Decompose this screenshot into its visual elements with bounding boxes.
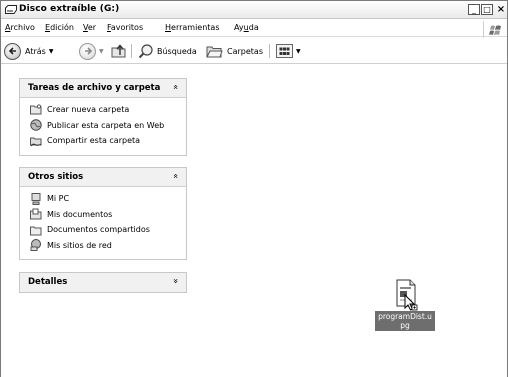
- maximize-button[interactable]: □: [481, 4, 493, 15]
- search-icon: [138, 44, 153, 59]
- views-dropdown-icon[interactable]: ▼: [296, 48, 301, 55]
- places-panel-title: Otros sitios: [28, 172, 84, 182]
- search-label: Búsqueda: [157, 46, 197, 56]
- title-bar[interactable]: Disco extraíble (G:) _ □ ×: [1, 1, 507, 19]
- publish-web-icon: [30, 119, 42, 131]
- network-places-icon: [30, 239, 42, 252]
- task-publish-web-label: Publicar esta carpeta en Web: [47, 120, 165, 130]
- minimize-button[interactable]: _: [468, 4, 480, 15]
- minimize-icon: _: [472, 4, 476, 14]
- details-panel-title: Detalles: [28, 277, 68, 287]
- menu-edicion[interactable]: Edición: [45, 23, 74, 32]
- windows-logo: [483, 21, 507, 38]
- forward-button[interactable]: ▼: [79, 42, 104, 60]
- place-my-computer[interactable]: Mi PC: [20, 191, 186, 207]
- place-my-documents-label: Mis documentos: [47, 209, 113, 219]
- views-icon: [276, 44, 293, 58]
- windows-flag-icon: [488, 25, 501, 35]
- place-network-label: Mis sitios de red: [47, 240, 112, 250]
- toolbar: Atrás ▼ ▼ Búsqueda Carpetas ▼: [1, 38, 507, 64]
- shared-documents-icon: [30, 224, 42, 236]
- collapse-chevron-icon[interactable]: «: [170, 173, 180, 179]
- back-dropdown-icon[interactable]: ▼: [49, 48, 54, 55]
- places-panel: Otros sitios « Mi PC Mis documentos Docu…: [19, 167, 187, 260]
- file-name-label: programDist.upg: [375, 311, 435, 331]
- removable-drive-icon: [5, 5, 17, 14]
- details-panel: Detalles »: [19, 272, 187, 293]
- folder-view[interactable]: Tareas de archivo y carpeta « Crear nuev…: [1, 65, 507, 377]
- views-button[interactable]: ▼: [276, 42, 301, 60]
- my-computer-icon: [30, 192, 42, 205]
- back-arrow-icon: [4, 42, 21, 60]
- place-network[interactable]: Mis sitios de red: [20, 238, 186, 254]
- my-documents-icon: [30, 208, 42, 220]
- folders-label: Carpetas: [227, 46, 263, 56]
- task-new-folder[interactable]: Crear nueva carpeta: [20, 102, 186, 118]
- menu-herramientas[interactable]: Herramientas: [165, 23, 220, 32]
- file-icon: [396, 279, 418, 311]
- task-share-folder-label: Compartir esta carpeta: [47, 136, 141, 146]
- up-folder-button[interactable]: [111, 42, 127, 60]
- tasks-panel: Tareas de archivo y carpeta « Crear nuev…: [19, 78, 187, 156]
- tasks-panel-title: Tareas de archivo y carpeta: [28, 83, 161, 93]
- task-publish-web[interactable]: Publicar esta carpeta en Web: [20, 118, 186, 134]
- new-folder-icon: [30, 104, 42, 116]
- place-my-computer-label: Mi PC: [47, 194, 70, 204]
- folders-button[interactable]: Carpetas: [206, 42, 263, 60]
- close-icon: ×: [496, 3, 506, 15]
- window-title: Disco extraíble (G:): [19, 4, 120, 14]
- expand-chevron-icon[interactable]: »: [170, 278, 180, 284]
- place-shared-documents[interactable]: Documentos compartidos: [20, 222, 186, 238]
- menu-bar: Archivo Edición Ver Favoritos Herramient…: [1, 20, 507, 37]
- menu-archivo[interactable]: Archivo: [5, 23, 35, 32]
- task-new-folder-label: Crear nueva carpeta: [47, 105, 130, 115]
- forward-dropdown-icon[interactable]: ▼: [99, 48, 104, 55]
- collapse-chevron-icon[interactable]: «: [170, 84, 180, 90]
- search-button[interactable]: Búsqueda: [138, 42, 197, 60]
- tasks-panel-header[interactable]: Tareas de archivo y carpeta «: [20, 79, 186, 98]
- places-panel-header[interactable]: Otros sitios «: [20, 168, 186, 187]
- place-shared-documents-label: Documentos compartidos: [47, 225, 150, 235]
- share-folder-icon: [30, 135, 42, 147]
- task-share-folder[interactable]: Compartir esta carpeta: [20, 133, 186, 149]
- details-panel-header[interactable]: Detalles »: [20, 273, 186, 292]
- place-my-documents[interactable]: Mis documentos: [20, 207, 186, 223]
- back-label: Atrás: [25, 46, 46, 56]
- maximize-icon: □: [483, 4, 491, 14]
- folders-icon: [206, 46, 223, 58]
- menu-ver[interactable]: Ver: [83, 23, 96, 32]
- menu-favoritos[interactable]: Favoritos: [107, 23, 143, 32]
- explorer-window: Disco extraíble (G:) _ □ × Archivo Edici…: [0, 0, 508, 377]
- toolbar-separator: [131, 44, 132, 58]
- back-button[interactable]: Atrás ▼: [4, 42, 53, 60]
- forward-arrow-icon: [79, 42, 96, 60]
- toolbar-separator: [269, 44, 270, 58]
- close-button[interactable]: ×: [495, 4, 507, 15]
- menu-ayuda[interactable]: Ayuda: [234, 23, 259, 32]
- up-folder-icon: [111, 44, 126, 58]
